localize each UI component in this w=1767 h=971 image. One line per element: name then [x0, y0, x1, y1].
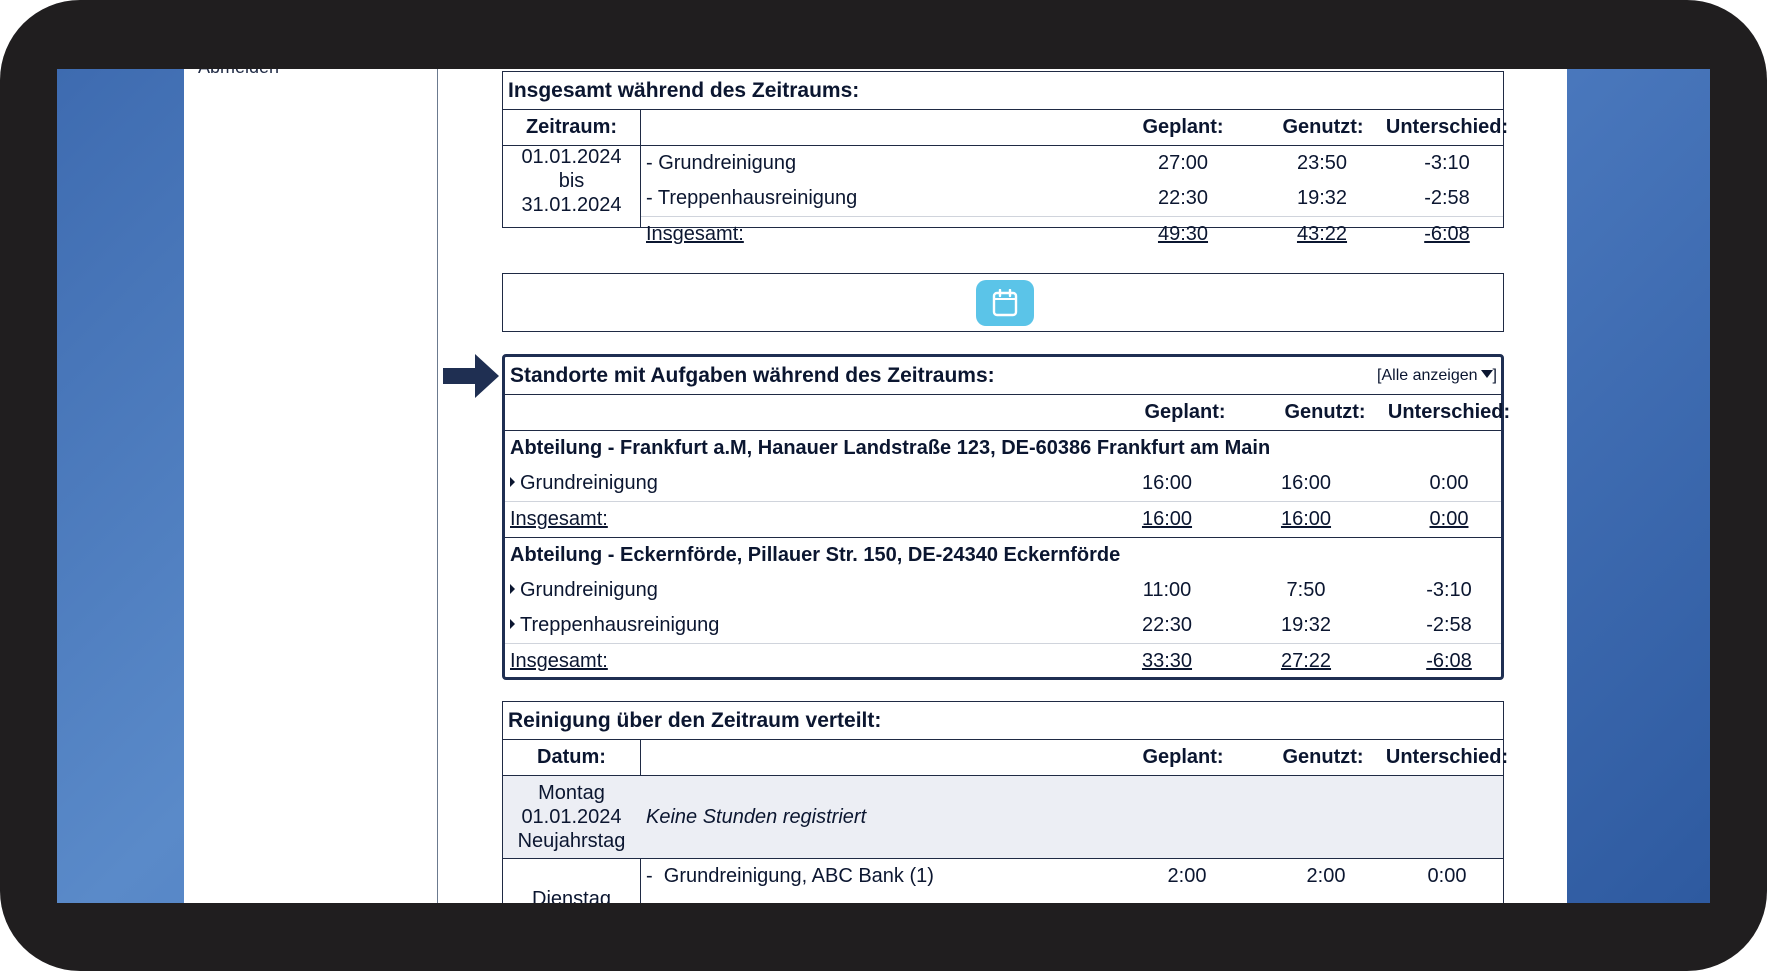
day-date: Montag 01.01.2024 Neujahrstag	[503, 781, 640, 853]
date: 01.01.2024	[521, 806, 622, 828]
distribution-table: Reinigung über den Zeitraum verteilt: Da…	[502, 701, 1508, 903]
expand-triangle-icon[interactable]	[510, 583, 515, 594]
calendar-icon	[992, 289, 1018, 317]
no-hours-note: Keine Stunden registriert	[646, 806, 867, 828]
expand-triangle-icon[interactable]	[510, 618, 515, 629]
planned-value: 16:00	[1141, 472, 1193, 494]
total-diff-link[interactable]: -6:08	[1399, 644, 1499, 679]
diff-value: -2:58	[1424, 187, 1470, 209]
total-used-link[interactable]: 43:22	[1272, 217, 1372, 252]
total-diff-link[interactable]: -6:08	[1397, 217, 1497, 252]
planned-value: 11:00	[1142, 579, 1192, 601]
planned-header: Geplant:	[1142, 746, 1224, 768]
total-link[interactable]: Insgesamt:	[510, 644, 608, 679]
total-used-link[interactable]: 16:00	[1256, 502, 1356, 537]
distribution-header-row: Datum: Geplant: Genutzt: Unterschied:	[503, 740, 1508, 776]
used-value: 19:32	[1296, 187, 1348, 209]
diff-value: 0:00	[1429, 472, 1469, 494]
total-link[interactable]: Insgesamt:	[510, 502, 608, 537]
task-label[interactable]: Grundreinigung	[510, 466, 658, 501]
total-planned-link[interactable]: 49:30	[1133, 217, 1233, 252]
logout-link[interactable]: Abmelden	[198, 69, 279, 78]
total-link[interactable]: Insgesamt:	[646, 217, 744, 252]
planned-header: Geplant:	[1144, 401, 1226, 423]
content-area: Insgesamt während des Zeitraums: Zeitrau…	[439, 69, 1567, 903]
diff-value: -2:58	[1426, 614, 1472, 636]
difference-header: Unterschied:	[1387, 401, 1511, 423]
weekday: Montag	[538, 782, 605, 804]
diff-value: -3:10	[1426, 579, 1472, 601]
used-value: 19:32	[1280, 614, 1332, 636]
diff-value: 0:00	[1427, 865, 1467, 887]
page: Abmelden Insgesamt während des Zeitraums…	[184, 69, 1567, 903]
planned-value: 22:30	[1157, 187, 1209, 209]
planned-value: 27:00	[1157, 152, 1209, 174]
day-task-row: - Grundreinigung, ABC Bank (1) 2:00 2:00…	[641, 859, 1503, 894]
locations-table: Standorte mit Aufgaben während des Zeitr…	[502, 354, 1510, 680]
planned-header: Geplant:	[1142, 116, 1224, 138]
location-task-row[interactable]: Treppenhausreinigung 22:30 19:32 -2:58	[505, 608, 1501, 644]
task-label: - Treppenhausreinigung	[646, 187, 858, 209]
total-planned-link[interactable]: 16:00	[1117, 502, 1217, 537]
task-label[interactable]: Treppenhausreinigung	[510, 608, 719, 643]
planned-value: 22:30	[1141, 614, 1193, 636]
summary-header-row: Zeitraum: Geplant: Genutzt: Unterschied:	[503, 110, 1508, 146]
location-total-row: Insgesamt: 16:00 16:00 0:00	[505, 502, 1501, 538]
chevron-down-icon	[1480, 370, 1493, 378]
planned-value: 2:00	[1167, 865, 1207, 887]
total-diff-link[interactable]: 0:00	[1399, 502, 1499, 537]
total-planned-link[interactable]: 33:30	[1117, 644, 1217, 679]
distribution-title: Reinigung über den Zeitraum verteilt:	[503, 702, 1503, 740]
location-task-row[interactable]: Grundreinigung 16:00 16:00 0:00	[505, 466, 1501, 502]
task-label[interactable]: Grundreinigung	[510, 573, 658, 608]
sidebar: Abmelden	[184, 69, 438, 903]
expand-triangle-icon[interactable]	[510, 476, 515, 487]
used-value: 7:50	[1286, 579, 1326, 601]
difference-header: Unterschied:	[1385, 116, 1509, 138]
location-total-row: Insgesamt: 33:30 27:22 -6:08	[505, 644, 1501, 679]
used-value: 23:50	[1296, 152, 1348, 174]
used-value: 2:00	[1306, 865, 1346, 887]
locations-title-text: Standorte mit Aufgaben während des Zeitr…	[510, 364, 995, 387]
location-group-heading: Abteilung - Eckernförde, Pillauer Str. 1…	[505, 538, 1501, 573]
day-row: Montag 01.01.2024 Neujahrstag Keine Stun…	[503, 776, 1503, 859]
arrow-right-icon	[443, 354, 499, 398]
locations-header-row: Geplant: Genutzt: Unterschied:	[505, 395, 1510, 431]
locations-title: Standorte mit Aufgaben während des Zeitr…	[505, 357, 1501, 395]
period-to: 31.01.2024	[521, 194, 622, 216]
diff-value: -3:10	[1424, 152, 1470, 174]
show-all-dropdown[interactable]: [Alle anzeigen]	[1377, 357, 1497, 394]
weekday: Dienstag	[532, 888, 611, 903]
location-name: Abteilung - Frankfurt a.M, Hanauer Lands…	[510, 437, 1271, 459]
task-label: - Grundreinigung	[646, 152, 797, 174]
location-name: Abteilung - Eckernförde, Pillauer Str. 1…	[510, 544, 1121, 566]
summary-row: - Treppenhausreinigung 22:30 19:32 -2:58	[641, 181, 1503, 217]
device-frame: Abmelden Insgesamt während des Zeitraums…	[0, 0, 1767, 971]
summary-total-row: Insgesamt: 49:30 43:22 -6:08	[503, 217, 1503, 252]
day-row: Dienstag - Grundreinigung, ABC Bank (1) …	[503, 859, 1503, 903]
task-label: - Grundreinigung, ABC Bank (1)	[646, 865, 934, 887]
summary-table: Insgesamt während des Zeitraums: Zeitrau…	[502, 71, 1508, 245]
summary-row: - Grundreinigung 27:00 23:50 -3:10	[503, 146, 1503, 181]
difference-header: Unterschied:	[1385, 746, 1509, 768]
used-value: 16:00	[1280, 472, 1332, 494]
calendar-button[interactable]	[976, 280, 1034, 326]
summary-title: Insgesamt während des Zeitraums:	[503, 72, 1503, 110]
location-group-heading: Abteilung - Frankfurt a.M, Hanauer Lands…	[505, 431, 1501, 466]
calendar-bar	[502, 273, 1504, 332]
screen: Abmelden Insgesamt während des Zeitraums…	[57, 69, 1710, 903]
total-used-link[interactable]: 27:22	[1256, 644, 1356, 679]
location-task-row[interactable]: Grundreinigung 11:00 7:50 -3:10	[505, 573, 1501, 608]
holiday-label: Neujahrstag	[517, 830, 626, 852]
period-header: Zeitraum:	[525, 116, 618, 138]
show-all-label: [Alle anzeigen	[1377, 367, 1478, 384]
date-header: Datum:	[537, 746, 606, 768]
